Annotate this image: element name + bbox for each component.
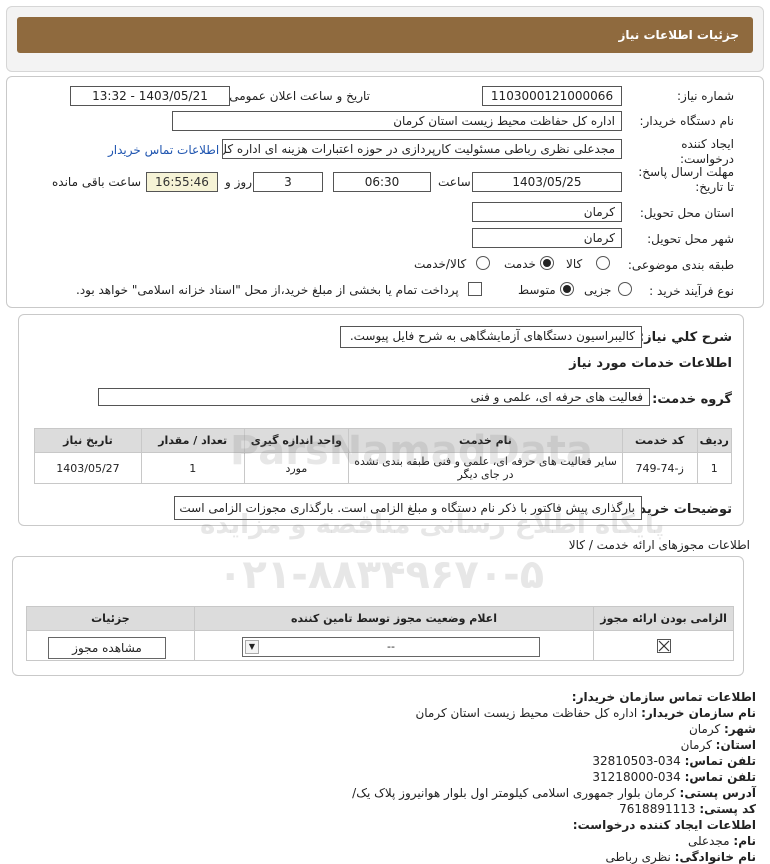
province-field: کرمان — [472, 202, 622, 222]
province-label: استان محل تحویل: — [639, 206, 734, 220]
contact-org-value: اداره کل حفاظت محیط زیست استان کرمان — [415, 706, 638, 720]
col-row: ردیف — [696, 428, 733, 453]
permit-status-value: -- — [387, 640, 395, 653]
permits-section-label: اطلاعات مجوزهای ارائه خدمت / کالا — [568, 538, 750, 552]
contact-fax-value: 034-31218000 — [592, 770, 681, 784]
city-field: کرمان — [472, 228, 622, 248]
category-option-goods-service: کالا/خدمت — [414, 257, 467, 271]
service-group-label: گروه خدمت: — [652, 392, 732, 407]
process-option-minor: جزیی — [584, 283, 612, 297]
services-table-header: ردیف کد خدمت نام خدمت واحد اندازه گیری ت… — [34, 428, 733, 453]
creator-first-name-value: مجدعلی — [687, 834, 730, 848]
permits-table-header: الزامی بودن ارائه مجوز اعلام وضعیت مجوز … — [26, 606, 734, 631]
category-radio-goods-service[interactable] — [476, 256, 490, 270]
deadline-date-field: 1403/05/25 — [472, 172, 622, 192]
row-name: سایر فعالیت های حرفه ای، علمی و فنی طبقه… — [348, 452, 623, 484]
row-date: 1403/05/27 — [34, 452, 142, 484]
announce-label: تاریخ و ساعت اعلان عمومی: — [225, 89, 370, 103]
contact-city-line: شهر: کرمان — [688, 722, 756, 736]
announce-field: 1403/05/21 - 13:32 — [70, 86, 230, 106]
process-radio-minor[interactable] — [618, 282, 632, 296]
permit-required-cell — [593, 630, 734, 661]
row-qty: 1 — [140, 452, 245, 484]
days-field: 3 — [253, 172, 323, 192]
process-option-medium: متوسط — [518, 283, 556, 297]
city-label: شهر محل تحویل: — [647, 232, 734, 246]
remaining-time-field: 16:55:46 — [146, 172, 218, 192]
contact-org-line: نام سازمان خریدار: اداره کل حفاظت محیط ز… — [415, 706, 756, 720]
category-option-service: خدمت — [504, 257, 536, 271]
process-label: نوع فرآیند خرید : — [649, 284, 734, 298]
creator-first-name-line: نام: مجدعلی — [687, 834, 756, 848]
contact-address-value: کرمان بلوار جمهوری اسلامی کیلومتر اول بل… — [352, 786, 676, 800]
col-permit-required: الزامی بودن ارائه مجوز — [593, 606, 734, 631]
need-number-field: 1103000121000066 — [482, 86, 622, 106]
contact-province-value: کرمان — [680, 738, 712, 752]
summary-field: کالیبراسیون دستگاهای آزمایشگاهی به شرح ف… — [340, 326, 642, 348]
contact-phone-value: 034-32810503 — [592, 754, 681, 768]
view-permit-button[interactable]: مشاهده مجوز — [48, 637, 166, 659]
row-idx: 1 — [696, 452, 733, 484]
services-title: اطلاعات خدمات مورد نياز — [569, 356, 732, 371]
deadline-label: مهلت ارسال پاسخ: تا تاریخ: — [638, 165, 734, 194]
creator-last-name-line: نام خانوادگی: نظری رباطی — [605, 850, 756, 864]
service-group-field: فعالیت های حرفه ای، علمی و فنی — [98, 388, 650, 406]
row-code: ز-74-749 — [621, 452, 698, 484]
col-permit-status: اعلام وضعیت مجوز توسط تامین کننده — [193, 606, 595, 631]
remaining-label: ساعت باقی مانده — [52, 175, 142, 189]
contact-fax-line: تلفن تماس: 034-31218000 — [592, 770, 756, 784]
page-title: جزئیات اطلاعات نیاز — [17, 17, 753, 53]
buyer-name-field: اداره کل حفاظت محیط زیست استان کرمان — [172, 111, 622, 131]
col-qty: تعداد / مقدار — [140, 428, 245, 453]
contact-province-line: استان: کرمان — [680, 738, 756, 752]
checkbox-checked-icon[interactable] — [656, 638, 671, 653]
category-option-goods: کالا — [566, 257, 583, 271]
contact-buyer-link[interactable]: اطلاعات تماس خریدار — [108, 143, 219, 157]
col-code: کد خدمت — [621, 428, 698, 453]
col-permit-details: جزئیات — [26, 606, 195, 631]
creator-title: اطلاعات ایجاد کننده درخواست: — [572, 818, 756, 832]
row-unit: مورد — [243, 452, 350, 484]
permit-status-select[interactable]: -- ▼ — [242, 637, 540, 657]
col-date: تاریخ نیاز — [34, 428, 142, 453]
days-label: روز و — [225, 175, 252, 189]
table-row: 1 ز-74-749 سایر فعالیت های حرفه ای، علمی… — [34, 452, 733, 484]
category-radio-service[interactable] — [540, 256, 554, 270]
category-radio-goods[interactable] — [596, 256, 610, 270]
chevron-down-icon: ▼ — [245, 640, 259, 654]
category-label: طبقه بندی موضوعی: — [627, 258, 734, 272]
contact-title: اطلاعات تماس سازمان خریدار: — [571, 690, 756, 704]
creator-field: مجدعلی نظری رباطی مسئولیت کارپردازی در ح… — [222, 139, 622, 159]
buyer-name-label: نام دستگاه خریدار: — [639, 114, 735, 128]
col-name: نام خدمت — [348, 428, 623, 453]
process-radio-medium[interactable] — [560, 282, 574, 296]
treasury-checkbox[interactable] — [468, 282, 482, 296]
contact-postal-value: 7618891113 — [619, 802, 696, 816]
summary-label: شرح کلي نياز: — [638, 330, 732, 345]
header-container: جزئیات اطلاعات نیاز — [6, 6, 764, 72]
deadline-time-label: ساعت — [438, 175, 471, 189]
services-table: ردیف کد خدمت نام خدمت واحد اندازه گیری ت… — [34, 428, 733, 484]
contact-city-value: کرمان — [688, 722, 721, 736]
col-unit: واحد اندازه گیری — [243, 428, 350, 453]
buyer-notes-field: بارگذاری پیش فاکتور با ذکر نام دستگاه و … — [174, 496, 642, 520]
deadline-time-field: 06:30 — [333, 172, 431, 192]
creator-last-name-value: نظری رباطی — [605, 850, 671, 864]
contact-postal-line: کد پستی: 7618891113 — [619, 802, 756, 816]
treasury-note: پرداخت تمام یا بخشی از مبلغ خرید،از محل … — [76, 283, 459, 297]
need-number-label: شماره نیاز: — [677, 89, 734, 103]
contact-phone-line: تلفن تماس: 034-32810503 — [592, 754, 756, 768]
creator-label: ایجاد کننده درخواست: — [680, 137, 734, 166]
contact-address-line: آدرس پستی: کرمان بلوار جمهوری اسلامی کیل… — [352, 786, 756, 800]
